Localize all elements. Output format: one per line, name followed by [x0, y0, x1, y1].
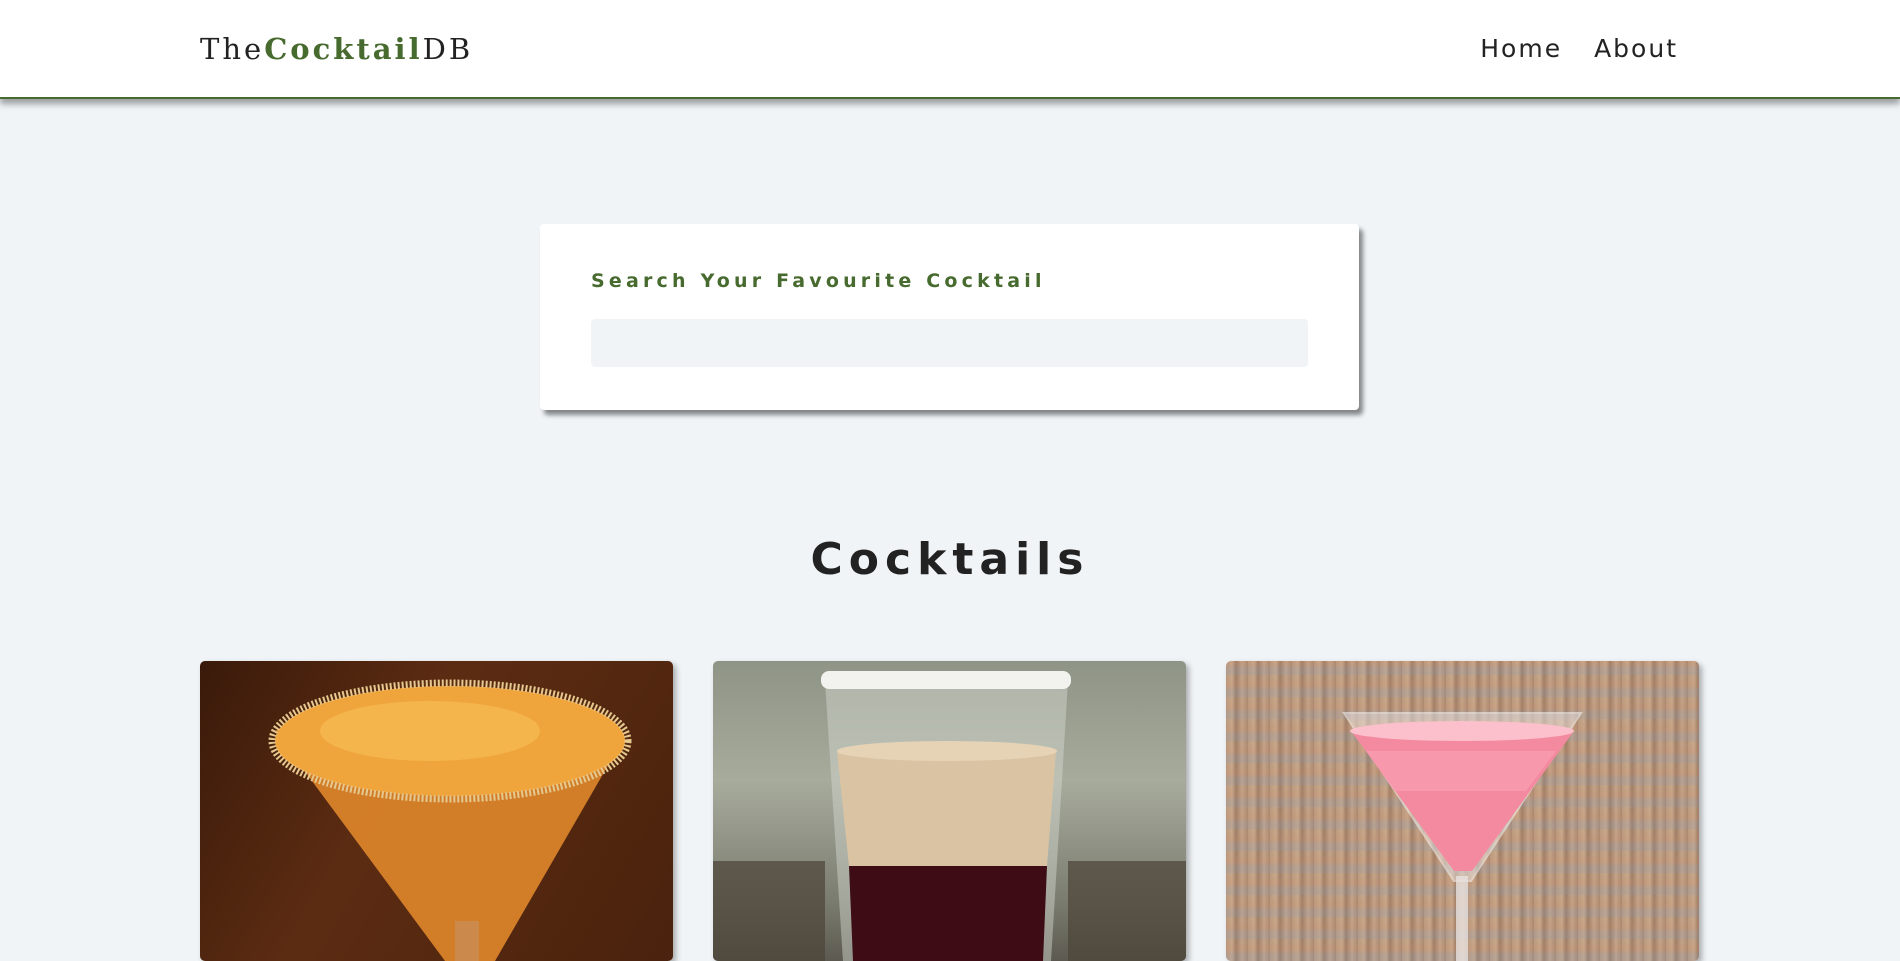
nav-links: Home About — [1480, 34, 1678, 63]
site-logo[interactable]: TheCocktailDB — [200, 32, 473, 66]
pink-martini-image — [1342, 712, 1583, 961]
layered-shot-image — [713, 671, 1186, 961]
navbar: TheCocktailDB Home About — [0, 0, 1900, 99]
cocktail-card[interactable] — [713, 661, 1186, 961]
cocktail-card[interactable] — [1226, 661, 1699, 961]
search-label: Search Your Favourite Cocktail — [591, 270, 1046, 292]
nav-link-home[interactable]: Home — [1480, 34, 1562, 63]
cocktail-card[interactable] — [200, 661, 673, 961]
orange-martini-image — [268, 679, 632, 961]
logo-suffix: DB — [422, 32, 474, 66]
search-input[interactable] — [591, 319, 1308, 367]
logo-prefix: The — [200, 32, 265, 66]
nav-link-about[interactable]: About — [1594, 34, 1678, 63]
section-title: Cocktails — [810, 534, 1090, 585]
search-form: Search Your Favourite Cocktail — [540, 224, 1359, 410]
logo-accent: Cocktail — [264, 32, 423, 66]
